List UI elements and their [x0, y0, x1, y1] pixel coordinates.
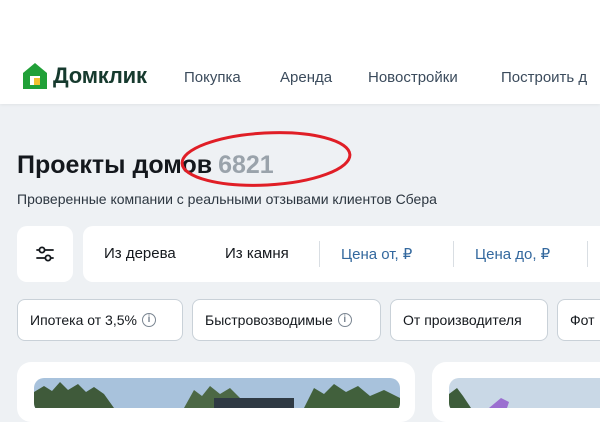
filter-divider	[453, 241, 454, 267]
info-icon[interactable]: i	[141, 313, 156, 327]
logo-text: Домклик	[53, 63, 147, 88]
red-circle-annotation	[180, 131, 352, 187]
chip-label: Фот	[570, 312, 595, 328]
search-filter-bar: Из дерева Из камня Цена от, ₽ Цена до, ₽	[83, 226, 600, 282]
chip-mortgage[interactable]: Ипотека от 3,5% i	[17, 299, 183, 341]
chip-photo[interactable]: Фот	[557, 299, 600, 341]
house-photo	[449, 378, 600, 413]
chip-from-manufacturer[interactable]: От производителя	[390, 299, 548, 341]
filter-wood[interactable]: Из дерева	[104, 245, 176, 262]
domclick-logo[interactable]: Домклик	[22, 62, 147, 90]
chip-label: Ипотека от 3,5%	[30, 312, 137, 328]
filters-button[interactable]	[17, 226, 73, 282]
house-project-card[interactable]	[432, 362, 600, 422]
nav-build[interactable]: Построить д	[501, 69, 587, 86]
filter-divider	[319, 241, 320, 267]
page-subtitle: Проверенные компании с реальными отзывам…	[17, 191, 437, 207]
filter-divider	[587, 241, 588, 267]
chip-quick-build[interactable]: Быстровозводимые i	[192, 299, 381, 341]
chip-label: От производителя	[403, 312, 522, 328]
info-icon[interactable]: i	[337, 313, 352, 327]
chip-label: Быстровозводимые	[205, 312, 333, 328]
filter-stone[interactable]: Из камня	[225, 245, 289, 262]
nav-rent[interactable]: Аренда	[280, 69, 332, 86]
site-header: Домклик Покупка Аренда Новостройки Постр…	[0, 0, 600, 104]
price-from-input[interactable]: Цена от, ₽	[341, 245, 412, 263]
house-photo	[34, 378, 400, 413]
house-project-card[interactable]	[17, 362, 415, 422]
house-logo-icon	[23, 63, 47, 89]
nav-new-buildings[interactable]: Новостройки	[368, 69, 458, 86]
price-to-input[interactable]: Цена до, ₽	[475, 245, 550, 263]
sliders-icon	[36, 246, 54, 262]
nav-buy[interactable]: Покупка	[184, 69, 241, 86]
